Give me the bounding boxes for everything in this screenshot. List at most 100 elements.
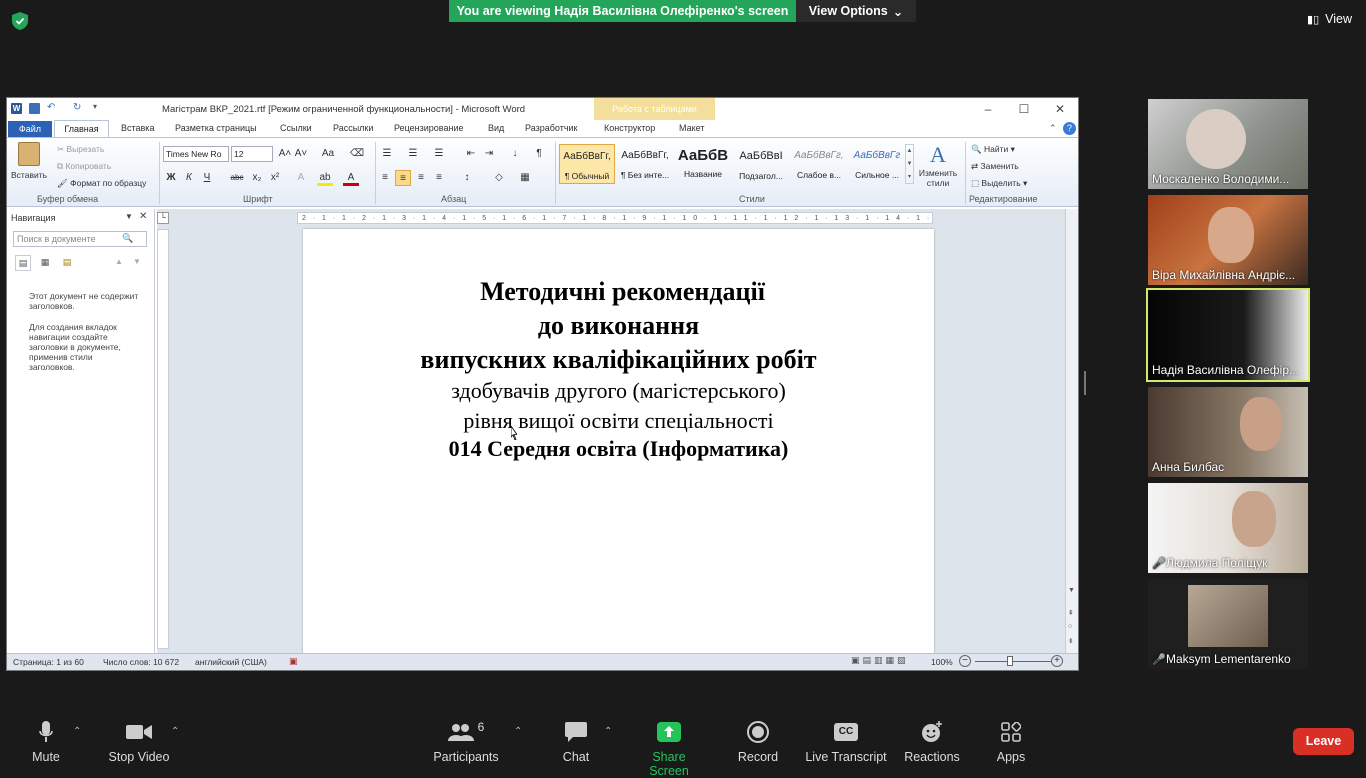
nav-up-icon[interactable]: ▲	[115, 257, 123, 266]
select-button[interactable]: ⬚ Выделить ▾	[971, 178, 1027, 189]
participant-tile[interactable]: 🎤Maksym Lementarenko	[1148, 579, 1308, 669]
close-icon[interactable]: ✕	[1052, 101, 1068, 117]
font-color-icon[interactable]: A	[343, 170, 359, 186]
participant-tile-active[interactable]: Надія Василівна Олефір...	[1146, 288, 1310, 382]
zoom-in-icon[interactable]: +	[1051, 655, 1063, 667]
show-marks-button[interactable]: ¶	[531, 146, 547, 162]
stop-video-button[interactable]: Stop Video	[106, 720, 172, 764]
align-center-icon[interactable]: ≡	[395, 170, 411, 186]
participants-button[interactable]: 6 Participants	[432, 720, 500, 764]
tab-home[interactable]: Главная	[54, 120, 109, 137]
align-left-icon[interactable]: ≡	[377, 170, 393, 186]
zoom-slider[interactable]	[975, 661, 1051, 662]
cut-button[interactable]: ✂ Вырезать	[57, 144, 104, 155]
document-page[interactable]: Методичні рекомендації до виконання випу…	[303, 229, 934, 653]
decrease-indent-icon[interactable]: ⇤	[463, 146, 479, 162]
tab-file[interactable]: Файл	[8, 121, 52, 137]
style-intense-emphasis[interactable]: АаБбВвГг Сильное ...	[849, 144, 905, 184]
browse-object-icon[interactable]: ○	[1068, 623, 1072, 630]
live-transcript-button[interactable]: CC Live Transcript	[804, 720, 888, 764]
grow-font-icon[interactable]: A˄	[277, 146, 293, 162]
tab-mailings[interactable]: Рассылки	[333, 123, 373, 133]
clear-format-icon[interactable]: ⌫	[349, 146, 365, 162]
share-screen-button[interactable]: Share Screen	[632, 720, 706, 778]
shrink-font-icon[interactable]: A˅	[293, 146, 309, 162]
change-case-icon[interactable]: Aa	[317, 146, 339, 162]
view-modes[interactable]: ▣▤▥▦▧	[851, 655, 909, 666]
shading-icon[interactable]: ◇	[491, 170, 507, 186]
mute-button[interactable]: Mute	[26, 720, 66, 764]
page-count[interactable]: Страница: 1 из 60	[13, 657, 84, 667]
change-styles-button[interactable]: A Изменить стили	[917, 142, 959, 188]
tab-review[interactable]: Рецензирование	[394, 123, 464, 133]
maximize-icon[interactable]: ☐	[1016, 101, 1032, 117]
style-subtle-emphasis[interactable]: АаБбВвГг, Слабое в...	[791, 144, 847, 184]
video-options-caret[interactable]: ⌃	[171, 726, 179, 737]
line-spacing-icon[interactable]: ↕	[459, 170, 475, 186]
tab-references[interactable]: Ссылки	[280, 123, 312, 133]
bullets-icon[interactable]: ☰	[379, 146, 395, 162]
zoom-level[interactable]: 100%	[931, 657, 953, 667]
participant-tile[interactable]: Анна Билбас	[1148, 387, 1308, 477]
vertical-ruler[interactable]	[157, 229, 169, 649]
font-size-select[interactable]: 12	[231, 146, 273, 162]
tab-layout[interactable]: Макет	[679, 123, 704, 133]
highlight-icon[interactable]: ab	[317, 170, 333, 186]
nav-tab-pages-icon[interactable]: ▦	[37, 255, 53, 271]
tab-design[interactable]: Конструктор	[604, 123, 655, 133]
participant-tile[interactable]: Москаленко Володими...	[1148, 99, 1308, 189]
participant-tile[interactable]: 🎤Людмила Поліщук	[1148, 483, 1308, 573]
replace-button[interactable]: ⇄ Заменить	[971, 161, 1019, 172]
participant-tile[interactable]: Віра Михайлівна Андріє...	[1148, 195, 1308, 285]
zoom-slider-thumb[interactable]	[1007, 656, 1013, 666]
redo-icon[interactable]: ↻	[73, 102, 81, 113]
styles-scroll[interactable]: ▲ ▼ ▾	[905, 144, 914, 184]
paste-button[interactable]: Вставить	[11, 142, 47, 192]
nav-tab-results-icon[interactable]: ▤	[59, 255, 75, 271]
vertical-scrollbar[interactable]: ▼ ⇞ ○ ⇟	[1065, 209, 1078, 653]
increase-indent-icon[interactable]: ⇥	[481, 146, 497, 162]
prev-page-icon[interactable]: ⇞	[1068, 609, 1074, 617]
participants-options-caret[interactable]: ⌃	[514, 726, 522, 737]
copy-button[interactable]: ⧉ Копировать	[57, 161, 111, 172]
nav-tab-headings-icon[interactable]: ▤	[15, 255, 31, 271]
nav-menu-icon[interactable]: ▼	[125, 212, 133, 221]
strikethrough-button[interactable]: abc	[227, 170, 247, 186]
style-no-spacing[interactable]: АаБбВвГг, ¶ Без инте...	[617, 144, 673, 184]
superscript-button[interactable]: x²	[267, 170, 283, 186]
scroll-down-icon[interactable]: ▼	[1068, 587, 1075, 594]
word-count[interactable]: Число слов: 10 672	[103, 657, 179, 667]
numbering-icon[interactable]: ☰	[405, 146, 421, 162]
align-right-icon[interactable]: ≡	[413, 170, 429, 186]
tab-insert[interactable]: Вставка	[121, 123, 154, 133]
nav-down-icon[interactable]: ▼	[133, 257, 141, 266]
view-options-button[interactable]: View Options ⌄	[796, 0, 916, 22]
qat-customize-icon[interactable]: ▾	[93, 102, 97, 111]
audio-options-caret[interactable]: ⌃	[73, 726, 81, 737]
view-button[interactable]: ▮▯ View	[1307, 12, 1352, 26]
sort-icon[interactable]: ↓	[507, 146, 523, 162]
leave-button[interactable]: Leave	[1293, 728, 1354, 755]
find-button[interactable]: 🔍 Найти ▾	[971, 144, 1015, 155]
minimize-icon[interactable]: –	[980, 101, 996, 117]
chat-options-caret[interactable]: ⌃	[604, 726, 612, 737]
nav-close-icon[interactable]: ✕	[139, 211, 147, 222]
font-name-select[interactable]: Times New Ro	[163, 146, 229, 162]
horizontal-ruler[interactable]: 2·1·1·2·1·3·1·4·1·5·1·6·1·7·1·8·1·9·1·10…	[297, 212, 933, 224]
italic-button[interactable]: К	[181, 170, 197, 186]
next-page-icon[interactable]: ⇟	[1068, 637, 1074, 645]
zoom-out-icon[interactable]: −	[959, 655, 971, 667]
language[interactable]: английский (США)	[195, 657, 267, 667]
style-subtitle[interactable]: АаБбВвІ Подзагол...	[733, 144, 789, 184]
tab-developer[interactable]: Разработчик	[525, 123, 577, 133]
style-normal[interactable]: АаБбВвГг, ¶ Обычный	[559, 144, 615, 184]
subscript-button[interactable]: x₂	[249, 170, 265, 186]
macro-icon[interactable]: ▣	[289, 656, 298, 667]
save-icon[interactable]	[29, 103, 40, 114]
tab-view[interactable]: Вид	[488, 123, 504, 133]
help-icon[interactable]: ?	[1063, 122, 1076, 135]
panel-divider[interactable]	[1084, 371, 1086, 395]
justify-icon[interactable]: ≡	[431, 170, 447, 186]
bold-button[interactable]: Ж	[163, 170, 179, 186]
ruler-toggle-icon[interactable]: └	[157, 212, 169, 224]
